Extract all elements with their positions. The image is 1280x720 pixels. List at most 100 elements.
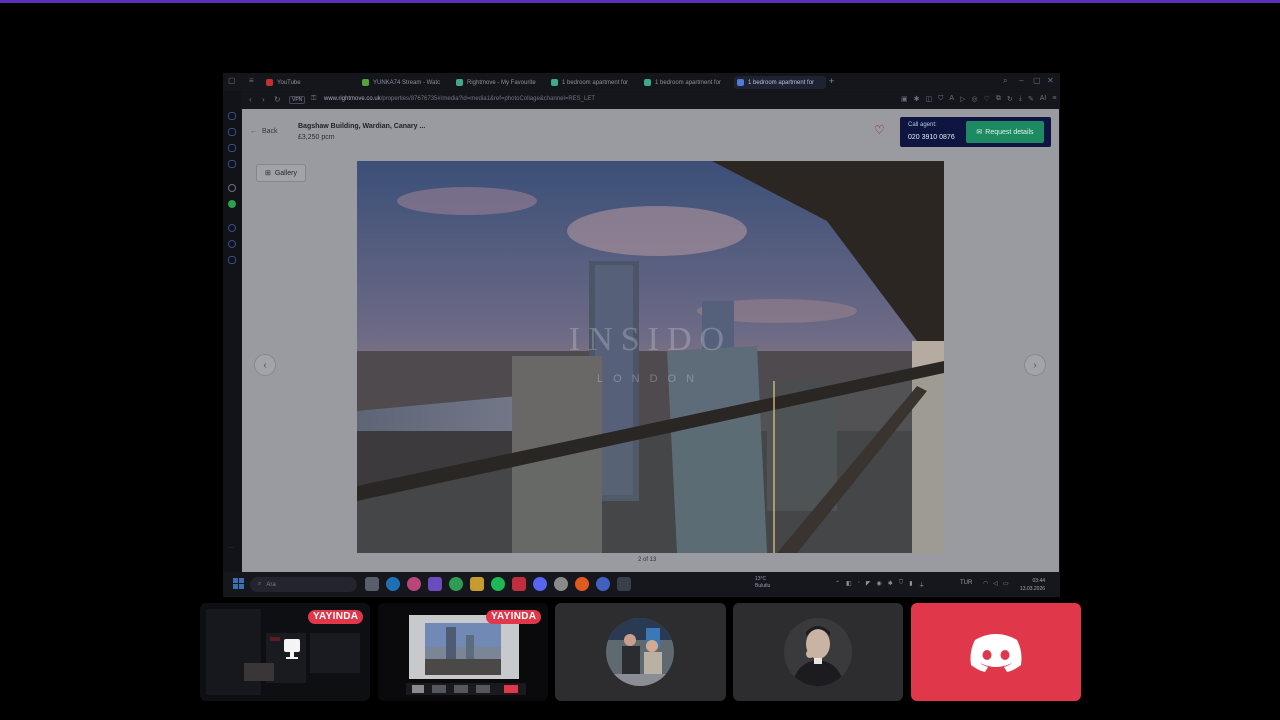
screenshot-icon[interactable]: ◫	[926, 95, 933, 103]
sidebar-shopping-icon[interactable]	[228, 128, 236, 136]
shield-icon[interactable]: ⛉	[938, 95, 943, 103]
steam-tray-icon[interactable]: ◉	[876, 580, 881, 589]
back-link[interactable]: ← Back	[250, 128, 278, 135]
weather-temp: 13°C	[755, 576, 767, 582]
back-nav-icon[interactable]: ‹	[249, 95, 252, 104]
tray-expand-icon[interactable]: ⌃	[835, 580, 840, 589]
usb-icon[interactable]: ⏚	[919, 580, 925, 589]
workspace-icon[interactable]: ▢	[228, 76, 236, 85]
gallery-button[interactable]: ⊞ Gallery	[256, 164, 306, 182]
browser-icon[interactable]	[596, 577, 610, 591]
url-field[interactable]: www.rightmove.co.uk/properties/87676735#…	[324, 96, 595, 102]
url-path: /properties/87676735#/media?id=media1&re…	[380, 96, 596, 102]
search-icon: ⌕	[258, 581, 262, 587]
play-icon[interactable]: ▷	[960, 95, 965, 103]
edge-icon[interactable]	[386, 577, 400, 591]
youtube-favicon-icon	[266, 79, 273, 86]
menu-icon[interactable]: ≡	[1052, 95, 1056, 103]
tray-app-icon-2[interactable]: ◦	[858, 580, 860, 589]
sidebar-music-icon[interactable]	[228, 224, 236, 232]
participant-tile-4[interactable]	[733, 603, 903, 701]
photo-watermark-sub: LONDON	[596, 373, 705, 385]
sidebar-whatsapp-icon[interactable]	[228, 200, 236, 208]
translate-icon[interactable]: A	[949, 95, 954, 103]
security-icon[interactable]: ⛉	[899, 580, 904, 589]
stream-tile-2[interactable]: YAYINDA	[378, 603, 548, 701]
lock-icon[interactable]: ⚿	[311, 95, 316, 103]
new-tab-button[interactable]: +	[829, 76, 834, 86]
agent-phone[interactable]: 020 3910 0876	[908, 134, 955, 141]
opera-gx-icon[interactable]	[512, 577, 526, 591]
sidebar-chat-icon[interactable]	[228, 160, 236, 168]
previous-photo-button[interactable]: ‹	[254, 354, 276, 376]
download-icon[interactable]: ⤓	[1019, 95, 1022, 103]
close-window-icon[interactable]: ✕	[1047, 76, 1054, 85]
discord-icon[interactable]	[533, 577, 547, 591]
sidebar-more-icon[interactable]: ···	[228, 545, 236, 553]
firefox-icon[interactable]	[575, 577, 589, 591]
volume-icon[interactable]: ◁	[993, 580, 998, 587]
request-details-button[interactable]: ✉ Request details	[966, 121, 1044, 143]
rightmove-page: ← Back Bagshaw Building, Wardian, Canary …	[242, 109, 1059, 572]
next-photo-button[interactable]: ›	[1024, 354, 1046, 376]
address-bar: ‹ › ↻ VPN ⚿ www.rightmove.co.uk/properti…	[241, 92, 1060, 109]
favorite-icon[interactable]: ♡	[984, 95, 990, 103]
spotify-icon[interactable]	[491, 577, 505, 591]
tab-apartment-2[interactable]: 1 bedroom apartment for	[641, 76, 727, 89]
mic-icon[interactable]: ▮	[909, 580, 912, 589]
sidebar-settings-icon[interactable]	[228, 256, 236, 264]
tray-app-icon[interactable]: ◧	[846, 580, 852, 589]
stream-tile-1[interactable]: YAYINDA	[200, 603, 370, 701]
windows-start-icon[interactable]	[233, 578, 244, 589]
clock-time: 03:44	[1032, 578, 1046, 584]
taskbar-clock[interactable]: 03:44 13.03.2026	[1020, 577, 1045, 593]
sidebar-messenger-icon[interactable]	[228, 144, 236, 152]
taskbar-search[interactable]: ⌕ Ara	[250, 577, 357, 592]
nvidia-icon[interactable]: ◤	[866, 580, 871, 589]
edit-icon[interactable]: ✎	[1028, 95, 1034, 103]
tab-youtube[interactable]: YouTube	[263, 76, 349, 89]
maximize-icon[interactable]: ▢	[1033, 76, 1041, 85]
discord-tile[interactable]	[911, 603, 1081, 701]
property-photo[interactable]: INSIDO LONDON	[357, 161, 944, 553]
tab-rightmove-favourites[interactable]: Rightmove - My Favourite	[453, 76, 539, 89]
extensions-icon[interactable]: ⧉	[996, 95, 1001, 103]
pin-icon[interactable]: ✱	[914, 95, 920, 103]
save-heart-icon[interactable]: ♡	[874, 123, 885, 137]
wifi-icon[interactable]: ◠	[983, 580, 988, 587]
camera-icon[interactable]: ◎	[971, 95, 977, 103]
participant-tile-3[interactable]	[555, 603, 726, 701]
search-tabs-icon[interactable]: ⌕	[1003, 76, 1007, 86]
teams-icon[interactable]	[428, 577, 442, 591]
bluetooth-icon[interactable]: ✱	[888, 580, 893, 589]
steam-icon[interactable]	[617, 577, 631, 591]
taskbar-apps	[365, 577, 631, 591]
ai-label[interactable]: AI	[1040, 95, 1047, 103]
agent-contact-box: Call agent: 020 3910 0876 ✉ Request deta…	[900, 117, 1051, 147]
language-indicator[interactable]: TUR	[960, 580, 972, 586]
forward-nav-icon[interactable]: ›	[262, 95, 265, 104]
tab-apartment-1[interactable]: 1 bedroom apartment for	[548, 76, 634, 89]
tab-stream[interactable]: YUNKA74 Stream - Watc	[359, 76, 445, 89]
minimize-icon[interactable]: –	[1019, 76, 1023, 85]
photo-watermark: INSIDO	[568, 321, 733, 358]
avatar	[784, 618, 852, 686]
snapshot-icon[interactable]: ▣	[901, 95, 908, 103]
photos-icon[interactable]	[407, 577, 421, 591]
weather-widget[interactable]: 13°C Bulutlu	[755, 576, 770, 590]
battery-icon[interactable]: ▭	[1003, 580, 1009, 587]
sidebar-chatgpt-icon[interactable]	[228, 184, 236, 192]
tab-list-icon[interactable]: ≡	[249, 76, 254, 85]
tab-apartment-active[interactable]: 1 bedroom apartment for	[734, 76, 826, 89]
weather-desc: Bulutlu	[755, 583, 771, 589]
whatsapp-icon[interactable]	[449, 577, 463, 591]
avatar	[606, 618, 674, 686]
sidebar-history-icon[interactable]	[228, 240, 236, 248]
refresh-icon[interactable]: ↻	[1007, 95, 1013, 103]
task-view-icon[interactable]	[365, 577, 379, 591]
vpn-badge[interactable]: VPN	[289, 96, 306, 104]
obs-icon[interactable]	[554, 577, 568, 591]
reload-icon[interactable]: ↻	[274, 95, 281, 104]
sidebar-home-icon[interactable]	[228, 112, 236, 120]
file-explorer-icon[interactable]	[470, 577, 484, 591]
